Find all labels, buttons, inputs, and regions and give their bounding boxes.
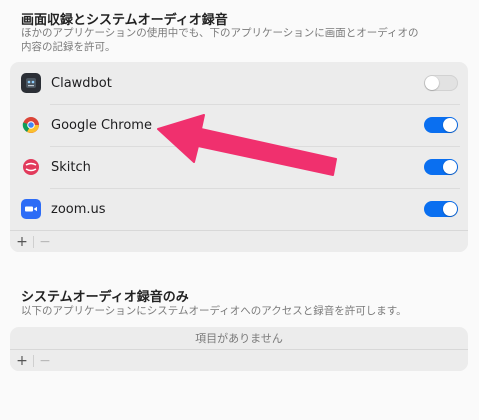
toggle-google-chrome[interactable] <box>424 117 458 133</box>
list-toolbar: + − <box>10 230 468 252</box>
chrome-icon <box>21 115 41 135</box>
app-name: Skitch <box>51 159 91 175</box>
app-name: Google Chrome <box>51 117 152 133</box>
toolbar-divider <box>33 354 34 367</box>
toggle-skitch[interactable] <box>424 159 458 175</box>
app-name: Clawdbot <box>51 75 112 91</box>
zoom-icon <box>21 199 41 219</box>
add-app-button[interactable]: + <box>13 351 31 371</box>
skitch-icon <box>21 157 41 177</box>
toggle-zoom[interactable] <box>424 201 458 217</box>
app-row-zoom: zoom.us <box>10 188 468 230</box>
app-row-clawdbot: Clawdbot <box>10 62 468 104</box>
toggle-clawdbot[interactable] <box>424 75 458 91</box>
app-row-skitch: Skitch <box>10 146 468 188</box>
empty-list-message: 項目がありません <box>195 332 283 345</box>
list-toolbar: + − <box>10 349 468 371</box>
add-app-button[interactable]: + <box>13 232 31 252</box>
section-description-audio: 以下のアプリケーションにシステムオーディオへのアクセスと録音を許可します。 <box>21 305 407 317</box>
app-list-panel: Clawdbot Google Chrome Skitch zoom.us + … <box>10 62 468 252</box>
audio-app-list-panel: 項目がありません + − <box>10 327 468 371</box>
toolbar-divider <box>33 235 34 248</box>
app-name: zoom.us <box>51 201 106 217</box>
remove-app-button[interactable]: − <box>36 351 54 371</box>
clawdbot-icon <box>21 73 41 93</box>
section-description-line1: ほかのアプリケーションの使用中でも、下のアプリケーションに画面とオーディオの <box>21 27 419 39</box>
section-description-line2: 内容の記録を許可。 <box>21 41 116 53</box>
section-title-system-audio: システムオーディオ録音のみ <box>21 290 189 305</box>
remove-app-button[interactable]: − <box>36 232 54 252</box>
app-row-google-chrome: Google Chrome <box>10 104 468 146</box>
